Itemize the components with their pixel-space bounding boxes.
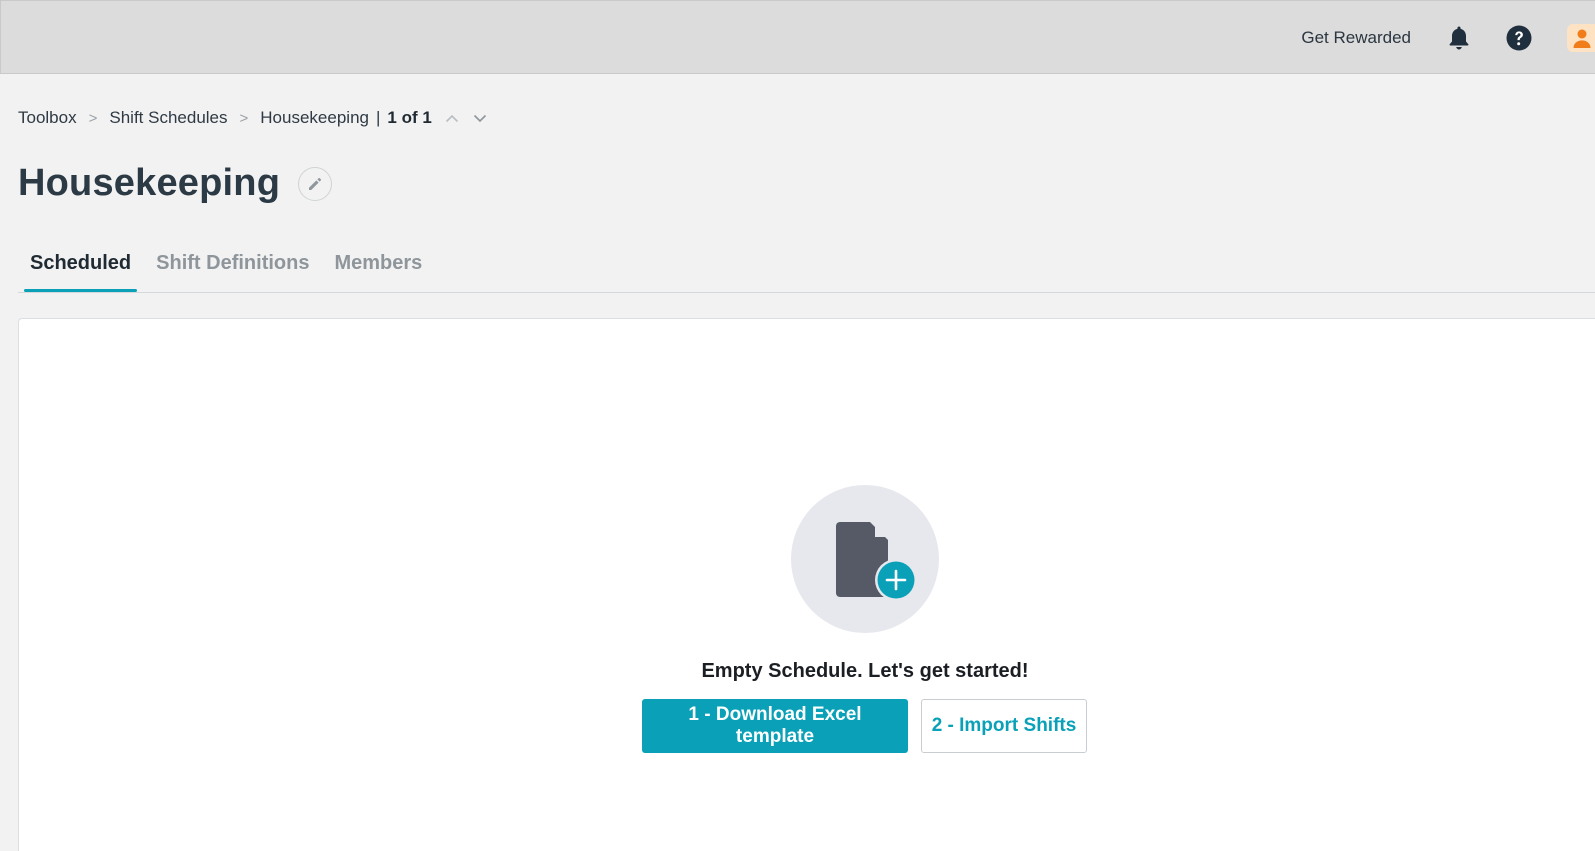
title-row: Housekeeping: [18, 162, 333, 205]
breadcrumb: Toolbox > Shift Schedules > Housekeeping…: [18, 108, 488, 128]
tab-bar: Scheduled Shift Definitions Members: [18, 240, 1595, 293]
breadcrumb-shift-schedules[interactable]: Shift Schedules: [109, 108, 227, 128]
chevron-down-icon[interactable]: [472, 110, 488, 126]
schedule-panel: Empty Schedule. Let's get started! 1 - D…: [18, 318, 1595, 851]
edit-title-button[interactable]: [298, 166, 333, 201]
empty-state-message: Empty Schedule. Let's get started!: [701, 660, 1029, 682]
bell-icon[interactable]: [1445, 24, 1473, 52]
file-add-icon: [791, 485, 939, 633]
tab-scheduled[interactable]: Scheduled: [23, 240, 138, 293]
breadcrumb-current: Housekeeping: [260, 108, 369, 127]
breadcrumb-pipe: |: [375, 108, 381, 127]
help-icon[interactable]: [1505, 24, 1533, 52]
topbar-actions: Get Rewarded: [1301, 1, 1595, 75]
import-shifts-button[interactable]: 2 - Import Shifts: [921, 699, 1087, 753]
empty-state-actions: 1 - Download Excel template 2 - Import S…: [642, 699, 1087, 753]
pencil-icon: [309, 177, 322, 190]
chevron-up-icon[interactable]: [444, 110, 460, 126]
record-count: 1 of 1: [387, 108, 432, 127]
download-template-button[interactable]: 1 - Download Excel template: [642, 699, 908, 753]
get-rewarded-link[interactable]: Get Rewarded: [1301, 28, 1411, 48]
tab-shift-definitions[interactable]: Shift Definitions: [156, 240, 309, 293]
breadcrumb-separator: >: [88, 109, 98, 127]
page-title: Housekeeping: [18, 162, 281, 204]
user-avatar-icon[interactable]: [1567, 24, 1595, 52]
breadcrumb-toolbox[interactable]: Toolbox: [18, 108, 77, 128]
breadcrumb-separator: >: [239, 109, 249, 127]
tab-members[interactable]: Members: [334, 240, 422, 293]
top-navigation-bar: Get Rewarded: [0, 0, 1595, 74]
